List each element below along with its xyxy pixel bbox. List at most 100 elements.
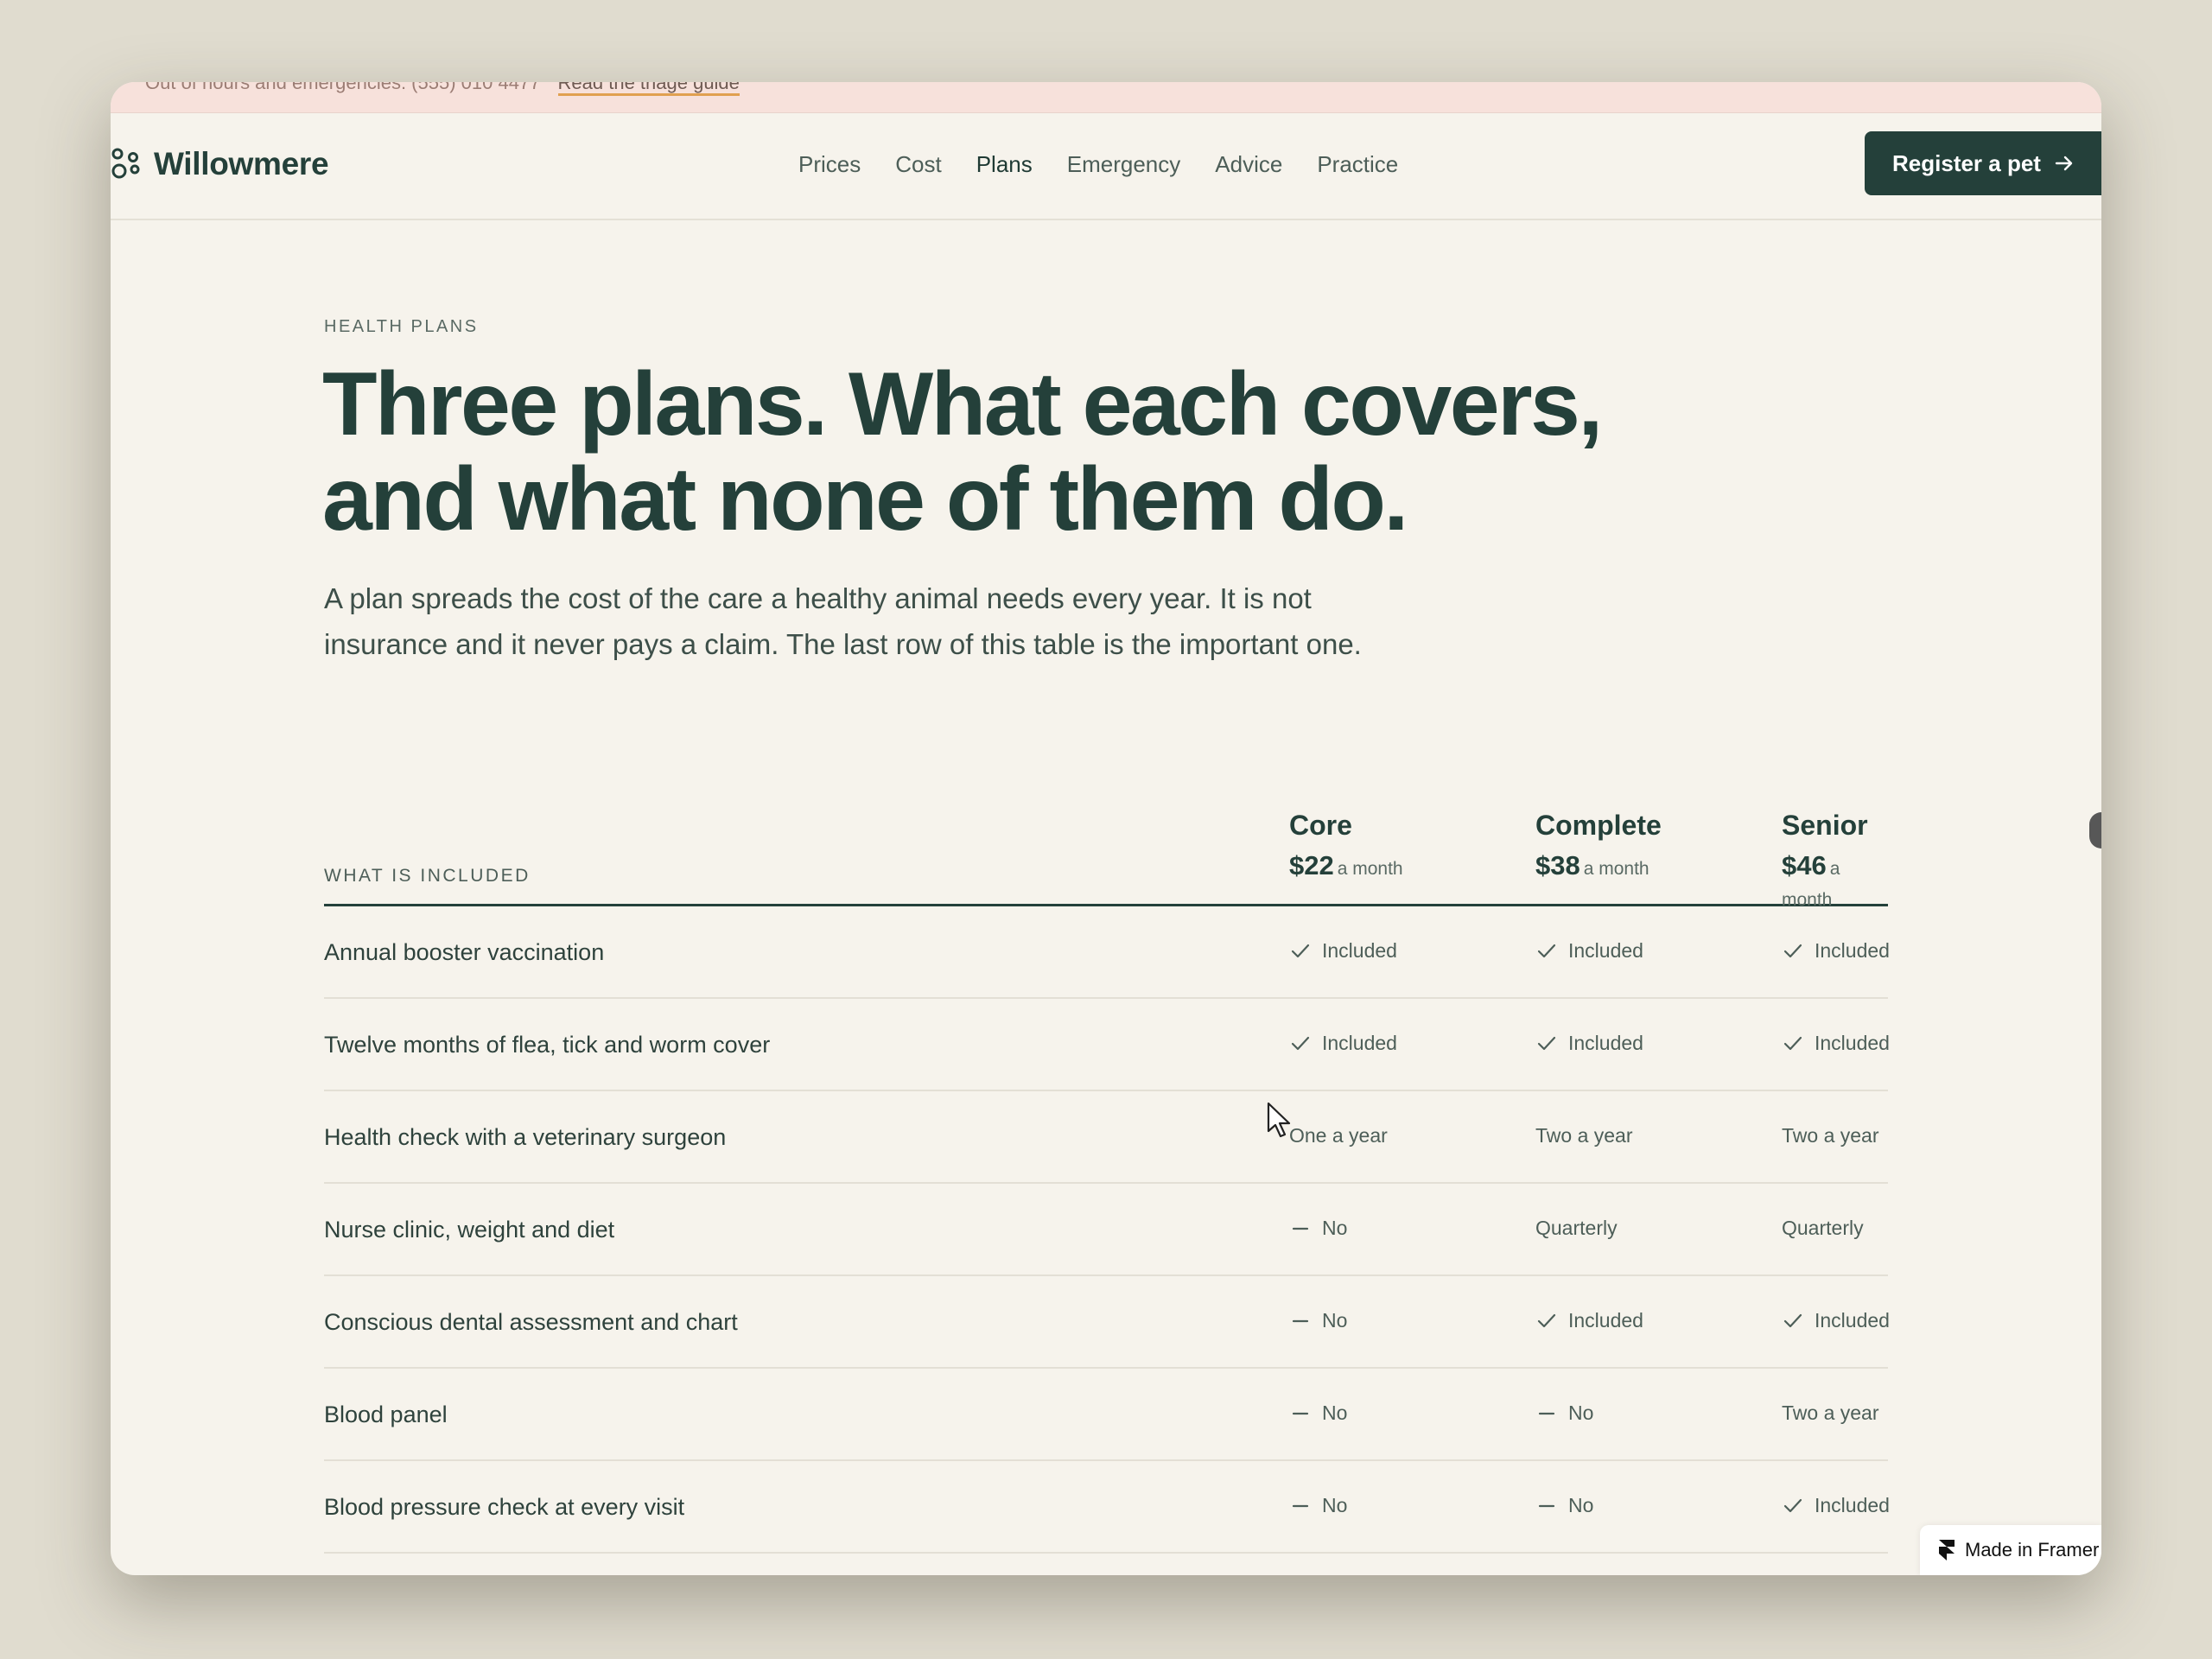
cell-value: No (1568, 1494, 1594, 1516)
nav-link-emergency[interactable]: Emergency (1067, 151, 1181, 178)
cell-value: One a year (1289, 1124, 1388, 1147)
table-cell: Included (1782, 1032, 1890, 1055)
section-eyebrow: HEALTH PLANS (324, 317, 479, 336)
nav-links: Prices Cost Plans Emergency Advice Pract… (798, 151, 1398, 178)
title-line-1: Three plans. What each covers, (322, 354, 1603, 454)
cell-value: Included (1815, 1309, 1890, 1332)
register-pet-button[interactable]: Register a pet (1865, 131, 2101, 195)
table-cell: One a year (1289, 1124, 1388, 1147)
nav-link-plans[interactable]: Plans (976, 151, 1033, 178)
table-row: Blood panel No No Two a year (324, 1369, 1888, 1461)
row-label: Health check with a veterinary surgeon (324, 1124, 727, 1150)
cell-value: Included (1568, 939, 1643, 962)
table-cell: No (1535, 1402, 1593, 1425)
banner-message: Out of hours and emergencies: (555) 010 … (145, 82, 541, 93)
dash-icon (1292, 1412, 1309, 1414)
table-header: WHAT IS INCLUDED Core $22 a month Complet… (324, 717, 1888, 910)
plan-header-senior: Senior $46 a month (1782, 810, 1888, 912)
table-body: Annual booster vaccination Included Includ… (324, 906, 1890, 1575)
table-row: Nurse clinic, weight and diet No Quarterly… (324, 1184, 1888, 1276)
table-cell: Included (1289, 1032, 1397, 1055)
check-icon (1537, 944, 1556, 957)
dash-icon (1292, 1227, 1309, 1230)
cell-value: Two a year (1782, 1124, 1879, 1147)
table-cell: Two a year (1535, 1124, 1633, 1147)
page-title: Three plans. What each covers, and what … (322, 357, 1705, 547)
row-label: Conscious dental assessment and chart (324, 1309, 738, 1335)
plan-price: $38 a month (1535, 850, 1649, 880)
cell-value: Included (1322, 939, 1397, 962)
triage-guide-link[interactable]: Read the triage guide (557, 82, 740, 96)
cell-value: No (1322, 1402, 1348, 1424)
cell-value: Two a year (1782, 1402, 1879, 1424)
badge-text: Made in Framer (1965, 1539, 2100, 1560)
plan-header-core: Core $22 a month (1289, 810, 1403, 881)
announcement-banner: Out of hours and emergencies: (555) 010 … (111, 82, 2101, 113)
top-nav: Willowmere Prices Cost Plans Emergency A… (111, 113, 2101, 220)
dash-icon (1292, 1504, 1309, 1507)
table-cell: Included (1782, 939, 1890, 963)
table-cell: Included (1782, 1309, 1890, 1332)
check-icon (1783, 1036, 1802, 1050)
check-icon (1783, 1498, 1802, 1512)
check-icon (1291, 944, 1310, 957)
arrow-right-icon (2055, 156, 2073, 171)
cell-value: No (1322, 1309, 1348, 1332)
check-icon (1783, 944, 1802, 957)
plan-price: $46 a month (1782, 850, 1840, 910)
table-cell: Two a year (1782, 1402, 1879, 1425)
table-row: Annual booster vaccination Included Includ… (324, 906, 1890, 999)
row-label: Blood panel (324, 1402, 448, 1427)
plans-comparison-table: WHAT IS INCLUDED Core $22 a month Complet… (324, 717, 1890, 1575)
check-icon (1783, 1313, 1802, 1327)
dash-icon (1292, 1319, 1309, 1322)
table-cell: Quarterly (1535, 1217, 1618, 1240)
check-icon (1537, 1313, 1556, 1327)
table-cell: Quarterly (1782, 1217, 1864, 1240)
made-in-framer-badge[interactable]: Made in Framer (1920, 1525, 2101, 1575)
table-row: Health check with a veterinary surgeon On… (324, 1091, 1888, 1184)
plan-name: Core (1289, 810, 1352, 841)
cell-value: Included (1815, 939, 1890, 962)
table-row: Conscious dental assessment and chart No I… (324, 1276, 1890, 1369)
row-label: Nurse clinic, weight and diet (324, 1217, 615, 1243)
brand-logo[interactable]: Willowmere (111, 146, 329, 182)
title-line-2: and what none of them do. (322, 449, 1408, 550)
cell-value: Included (1568, 1309, 1643, 1332)
banner-text: Out of hours and emergencies: (555) 010 … (145, 82, 740, 96)
plan-name: Senior (1782, 810, 1868, 841)
framer-logo-icon (1939, 1540, 1955, 1560)
cell-value: Two a year (1535, 1124, 1633, 1147)
cell-value: Included (1568, 1032, 1643, 1054)
nav-link-practice[interactable]: Practice (1317, 151, 1398, 178)
row-label: Blood pressure check at every visit (324, 1494, 685, 1520)
dash-icon (1538, 1504, 1555, 1507)
table-row: Twelve months of flea, tick and worm cov… (324, 999, 1890, 1091)
cell-value: No (1568, 1402, 1594, 1424)
nav-link-cost[interactable]: Cost (895, 151, 941, 178)
paw-logo-icon (111, 148, 140, 179)
cell-value: Included (1815, 1032, 1890, 1054)
table-cell: No (1289, 1309, 1347, 1332)
cell-value: Quarterly (1535, 1217, 1618, 1239)
table-cell: Included (1782, 1494, 1890, 1517)
plan-name: Complete (1535, 810, 1662, 841)
browser-window: Out of hours and emergencies: (555) 010 … (111, 82, 2101, 1575)
table-cell: Included (1535, 1032, 1643, 1055)
plan-price: $22 a month (1289, 850, 1403, 880)
register-pet-label: Register a pet (1892, 149, 2041, 176)
cell-value: Quarterly (1782, 1217, 1864, 1239)
table-cell: Two a year (1782, 1124, 1879, 1147)
check-icon (1537, 1036, 1556, 1050)
table-cell: Included (1535, 939, 1643, 963)
nav-link-advice[interactable]: Advice (1215, 151, 1282, 178)
cell-value: No (1322, 1494, 1348, 1516)
table-row: Ten per cent off any procedure on the pr… (324, 1554, 1888, 1575)
row-label: Annual booster vaccination (324, 939, 605, 965)
mouse-cursor-icon (1267, 1102, 1291, 1138)
table-cell: No (1535, 1494, 1593, 1517)
scroll-handle[interactable] (2089, 812, 2101, 849)
table-cell: Included (1289, 939, 1397, 963)
dash-icon (1538, 1412, 1555, 1414)
nav-link-prices[interactable]: Prices (798, 151, 861, 178)
